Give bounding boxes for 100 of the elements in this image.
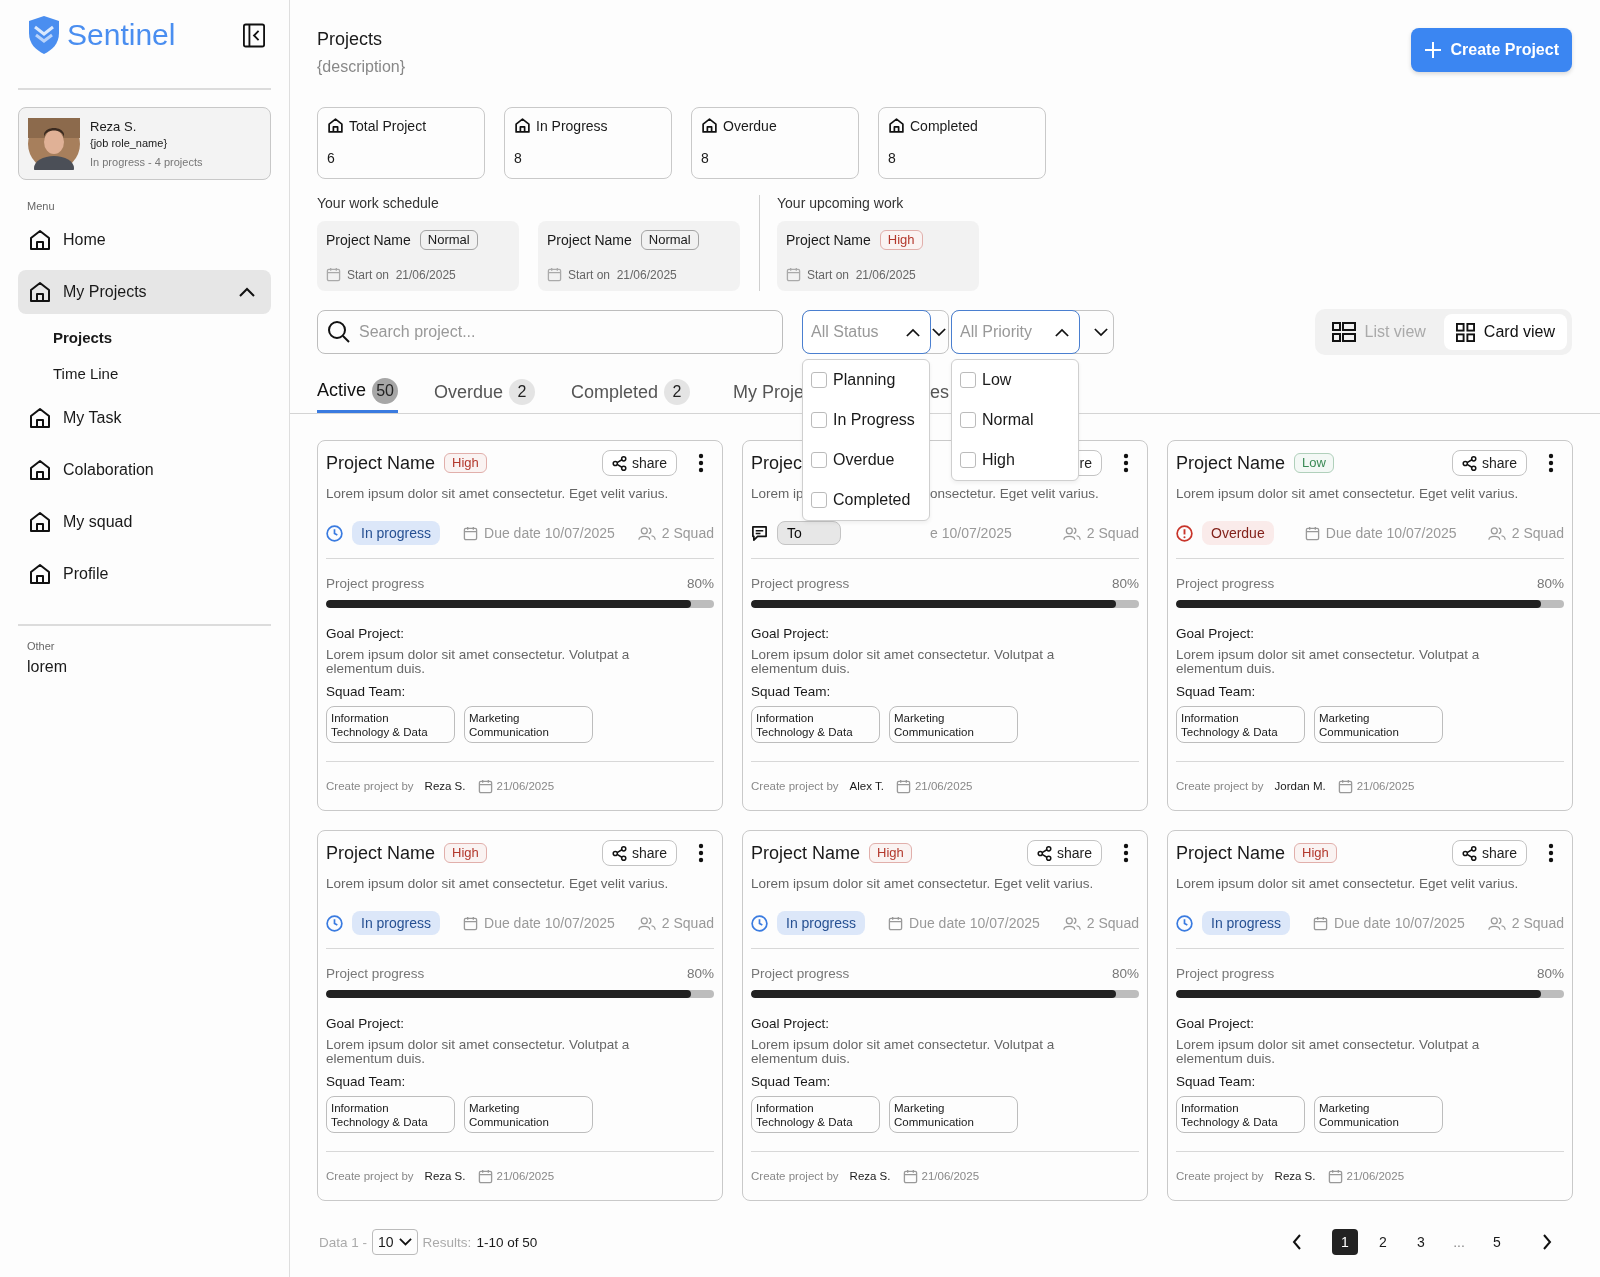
section-title: Your upcoming work <box>777 195 905 213</box>
checkbox[interactable] <box>960 412 976 428</box>
page-size-select[interactable]: 10 <box>372 1229 418 1255</box>
progress-label: Project progress <box>1176 576 1275 591</box>
house-icon <box>888 117 905 134</box>
checkbox[interactable] <box>811 372 827 388</box>
tab[interactable]: Active 50 <box>317 371 399 413</box>
goal-text: Lorem ipsum dolor sit amet consectetur. Volutpat a elementum duis. <box>326 1038 631 1066</box>
checkbox[interactable] <box>960 372 976 388</box>
project-name: Project Name <box>786 232 871 248</box>
project-name: Project Name <box>1176 452 1286 474</box>
squad-count: 2 Squad <box>1086 525 1139 541</box>
share-button[interactable]: share <box>601 840 677 866</box>
option-label: Normal <box>982 411 1034 429</box>
page-link[interactable]: 3 <box>1408 1229 1434 1255</box>
grid-icon <box>1455 322 1475 342</box>
search-icon <box>327 320 351 344</box>
dropdown-option[interactable]: Completed <box>811 480 921 520</box>
team-tag: Information Technology & Data <box>326 706 455 743</box>
dropdown-option[interactable]: Overdue <box>811 440 921 480</box>
people-icon <box>1487 915 1506 931</box>
more-icon[interactable] <box>1123 843 1129 863</box>
team-label: Squad Team: <box>751 684 832 699</box>
team-tag: Marketing Communication <box>464 706 593 743</box>
more-icon[interactable] <box>698 453 704 473</box>
share-button[interactable]: share <box>1451 450 1527 476</box>
chevron-icon[interactable] <box>239 287 255 297</box>
calendar-icon <box>547 267 562 282</box>
create-project-button[interactable]: Create Project <box>1410 28 1572 72</box>
due-date: Due date 10/07/2025 <box>484 915 615 931</box>
house-icon <box>514 117 531 134</box>
nav-item[interactable]: Colaboration <box>18 448 271 492</box>
share-icon <box>1461 845 1477 861</box>
nav-subitem[interactable]: Projects <box>18 320 271 356</box>
team-label: Squad Team: <box>751 1074 832 1089</box>
page-link[interactable]: 2 <box>1370 1229 1396 1255</box>
tab[interactable]: Completed 2 <box>571 371 691 413</box>
squad-count: 2 Squad <box>1511 525 1564 541</box>
squad-count: 2 Squad <box>661 915 714 931</box>
share-button[interactable]: share <box>1451 840 1527 866</box>
dropdown-option[interactable]: Normal <box>960 400 1070 440</box>
creator-label: Create project by <box>326 780 414 792</box>
goal-text: Lorem ipsum dolor sit amet consectetur. Volutpat a elementum duis. <box>751 1038 1056 1066</box>
more-icon[interactable] <box>1548 453 1554 473</box>
calendar-icon <box>895 778 911 794</box>
share-icon <box>611 845 627 861</box>
nav-item[interactable]: My squad <box>18 500 271 544</box>
people-icon <box>637 525 656 541</box>
data-label: Data 1 - <box>319 1234 368 1250</box>
profile-card[interactable]: Reza S. {job role_name} In progress - 4 projects <box>18 107 271 180</box>
page-link[interactable]: 5 <box>1484 1229 1510 1255</box>
previous-icon[interactable] <box>1292 1234 1302 1250</box>
team-tag: Information Technology & Data <box>751 1096 880 1133</box>
due-date: e 10/07/2025 <box>930 525 1012 541</box>
schedule-card[interactable]: Project Name Normal Start on 21/06/2025 <box>317 221 519 291</box>
view-toggle[interactable]: Card view <box>1443 314 1567 350</box>
option-label: Overdue <box>833 451 895 469</box>
panel-collapse-icon[interactable] <box>243 22 265 48</box>
dropdown-option[interactable]: Planning <box>811 360 921 400</box>
description: Lorem ipsum dolor sit amet consectetur. Eget velit varius. <box>1176 485 1520 503</box>
more-icon[interactable] <box>698 843 704 863</box>
tab[interactable]: Overdue 2 <box>434 371 536 413</box>
more-icon[interactable] <box>1548 843 1554 863</box>
checkbox[interactable] <box>960 452 976 468</box>
created-date: 21/06/2025 <box>496 780 555 792</box>
dropdown-option[interactable]: Low <box>960 360 1070 400</box>
nav-item[interactable]: Profile <box>18 552 271 596</box>
nav-subitem[interactable]: Time Line <box>18 356 271 392</box>
search-field[interactable]: Search project... <box>317 310 783 354</box>
project-name: Projec <box>751 452 803 474</box>
nav-item[interactable]: My Projects <box>18 270 271 314</box>
schedule-card[interactable]: Project Name Normal Start on 21/06/2025 <box>538 221 740 291</box>
page-ellipsis: ... <box>1452 1233 1466 1252</box>
project-name: Project Name <box>547 232 632 248</box>
more-icon[interactable] <box>1123 453 1129 473</box>
page-link[interactable]: 1 <box>1332 1229 1358 1255</box>
schedule-card[interactable]: Project Name High Start on 21/06/2025 <box>777 221 979 291</box>
project-name: Project Name <box>326 842 436 864</box>
checkbox[interactable] <box>811 492 827 508</box>
project-name: Project Name <box>751 842 861 864</box>
share-button[interactable]: share <box>1026 840 1102 866</box>
list-icon <box>1331 322 1356 342</box>
team-label: Squad Team: <box>1176 1074 1257 1089</box>
creator-name: Alex T. <box>849 780 884 792</box>
checkbox[interactable] <box>811 452 827 468</box>
next-icon[interactable] <box>1542 1234 1552 1250</box>
description: onsectetur. Eget velit varius. <box>930 485 1099 503</box>
nav-item[interactable]: lorem <box>18 658 271 676</box>
house-icon <box>28 510 52 534</box>
people-icon <box>1062 525 1081 541</box>
dropdown-option[interactable]: High <box>960 440 1070 480</box>
checkbox[interactable] <box>811 412 827 428</box>
share-button[interactable]: share <box>601 450 677 476</box>
dropdown-option[interactable]: In Progress <box>811 400 921 440</box>
calendar-icon <box>888 915 904 931</box>
created-date: 21/06/2025 <box>914 780 973 792</box>
due-date: Due date 10/07/2025 <box>1334 915 1465 931</box>
nav-item[interactable]: Home <box>18 218 271 262</box>
nav-item[interactable]: My Task <box>18 396 271 440</box>
progress-value: 80% <box>1536 576 1564 591</box>
